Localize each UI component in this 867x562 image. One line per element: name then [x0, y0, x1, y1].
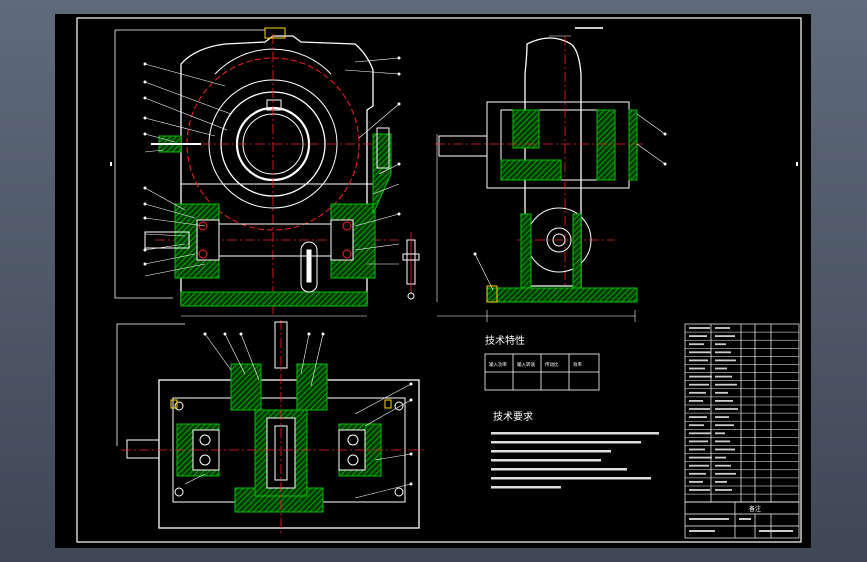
parts-row-entry — [689, 375, 712, 378]
parts-row-entry — [689, 448, 705, 451]
parts-row-entry — [689, 408, 710, 410]
plan-view — [116, 320, 425, 534]
side-view — [435, 27, 667, 322]
param-header-4: 效率 — [573, 361, 582, 368]
parts-list-rows — [685, 331, 799, 495]
tech-requirements-title: 技术要求 — [493, 410, 533, 423]
parts-list-entries — [689, 327, 738, 491]
parts-row-entry — [715, 343, 726, 346]
title-block-marks — [689, 518, 793, 532]
parts-row-entry — [715, 359, 736, 362]
parts-row-entry — [689, 472, 706, 475]
param-header-1: 输入功率 — [489, 361, 507, 368]
parts-row-entry — [689, 351, 711, 354]
parts-row-entry — [715, 367, 727, 370]
tech-text-area: 技术特性 输入功率 输入转速 传动比 效率 技术要求 — [484, 334, 659, 489]
parts-row-entry — [689, 400, 703, 402]
parts-row-entry — [715, 464, 731, 467]
detail-part — [402, 232, 420, 300]
parts-row-entry — [715, 375, 732, 378]
parts-row-entry — [715, 408, 738, 410]
param-header-3: 传动比 — [545, 361, 559, 368]
parts-row-entry — [689, 359, 708, 362]
parts-row-entry — [715, 424, 734, 427]
parts-row-entry — [715, 440, 730, 443]
parts-row-entry — [689, 481, 703, 483]
parts-row-entry — [715, 391, 728, 394]
parts-row-entry — [689, 335, 707, 337]
parts-row-entry — [689, 391, 706, 394]
parts-row-entry — [689, 383, 709, 386]
parts-row-entry — [715, 456, 726, 459]
parts-row-entry — [715, 448, 735, 451]
parts-row-entry — [715, 335, 735, 337]
parts-row-entry — [689, 416, 707, 418]
tech-params-title: 技术特性 — [485, 334, 525, 347]
parts-row-entry — [689, 464, 709, 467]
parts-row-entry — [715, 351, 731, 354]
parts-row-entry — [689, 432, 711, 435]
parts-row-entry — [689, 327, 710, 329]
parts-row-entry — [715, 400, 733, 402]
parts-row-entry — [715, 481, 727, 483]
parts-row-entry — [715, 489, 732, 491]
front-view — [114, 27, 401, 317]
parts-row-entry — [715, 416, 729, 418]
parts-row-entry — [689, 367, 705, 370]
parts-row-entry — [715, 432, 725, 435]
param-header-2: 输入转速 — [517, 361, 535, 368]
parts-row-entry — [689, 343, 704, 346]
title-block-label: 备注 — [749, 505, 761, 513]
tech-requirements-lines — [491, 432, 659, 489]
drawing-sheet: 技术特性 输入功率 输入转速 传动比 效率 技术要求 备注 — [55, 14, 811, 548]
parts-row-entry — [715, 327, 730, 329]
parts-row-entry — [689, 489, 710, 491]
parts-row-entry — [689, 424, 704, 427]
parts-row-entry — [715, 472, 736, 475]
parts-row-entry — [689, 440, 708, 443]
parts-row-entry — [715, 383, 737, 386]
tech-params-table — [484, 353, 600, 391]
gearbox-assembly-drawing: 技术特性 输入功率 输入转速 传动比 效率 技术要求 备注 — [76, 17, 802, 543]
parts-row-entry — [689, 456, 712, 459]
